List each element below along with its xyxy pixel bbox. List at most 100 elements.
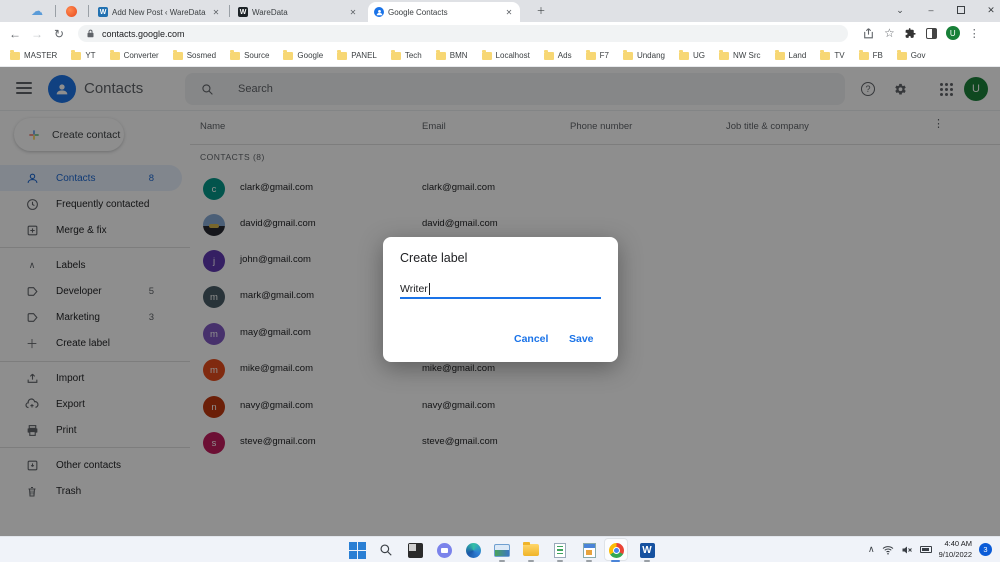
refresh-icon[interactable]: ↻ — [48, 27, 70, 41]
bookmark-item[interactable]: Ads — [544, 51, 572, 60]
tab-separator — [229, 5, 230, 17]
notification-badge[interactable]: 3 — [979, 543, 992, 556]
new-tab-button[interactable]: ＋ — [526, 0, 556, 20]
bookmark-item[interactable]: Converter — [110, 51, 159, 60]
folder-icon — [71, 52, 81, 60]
folder-icon — [283, 52, 293, 60]
save-button[interactable]: Save — [569, 333, 594, 345]
bookmark-item[interactable]: Source — [230, 51, 269, 60]
folder-icon — [110, 52, 120, 60]
google-contacts-favicon — [374, 7, 384, 17]
close-window-button[interactable]: ✕ — [976, 0, 1000, 20]
folder-icon — [820, 52, 830, 60]
address-bar[interactable]: contacts.google.com — [78, 25, 848, 42]
tab-title: Add New Post ‹ WareData — Wo — [112, 8, 207, 17]
create-label-dialog: Create label Writer Cancel Save — [383, 237, 618, 362]
browser-profile-avatar[interactable]: U — [946, 26, 960, 40]
close-tab-icon[interactable]: ✕ — [504, 8, 514, 17]
lock-icon — [86, 29, 95, 38]
folder-icon — [897, 52, 907, 60]
folder-icon — [391, 52, 401, 60]
bookmark-item[interactable]: F7 — [586, 51, 609, 60]
share-icon[interactable] — [862, 27, 875, 40]
taskbar-app-dark-icon[interactable] — [405, 540, 425, 560]
pinned-tab-flame[interactable] — [56, 0, 86, 22]
browser-tab-strip: ☁ W Add New Post ‹ WareData — Wo ✕ W War… — [0, 0, 1000, 22]
bookmark-item[interactable]: Sosmed — [173, 51, 216, 60]
taskbar-file-explorer-icon[interactable] — [521, 540, 541, 560]
bookmarks-bar: MASTER YT Converter Sosmed Source Google… — [0, 45, 1000, 67]
taskbar-calendar-app-icon[interactable] — [579, 540, 599, 560]
bookmark-item[interactable]: TV — [820, 51, 844, 60]
tab-waredata[interactable]: W WareData ✕ — [232, 2, 364, 22]
browser-toolbar: ← → ↻ contacts.google.com ☆ U ⋮ — [0, 22, 1000, 45]
bookmark-item[interactable]: Tech — [391, 51, 422, 60]
bookmark-item[interactable]: MASTER — [10, 51, 57, 60]
folder-icon — [719, 52, 729, 60]
tab-separator — [88, 5, 89, 17]
folder-icon — [859, 52, 869, 60]
taskbar-search-icon[interactable] — [376, 540, 396, 560]
back-icon[interactable]: ← — [4, 27, 26, 41]
contacts-app: Contacts Search ? U Create contact — [0, 67, 1000, 536]
folder-icon — [775, 52, 785, 60]
taskbar-word-icon[interactable]: W — [637, 540, 657, 560]
tab-add-new-post[interactable]: W Add New Post ‹ WareData — Wo ✕ — [92, 2, 227, 22]
bookmark-item[interactable]: Undang — [623, 51, 665, 60]
folder-icon — [482, 52, 492, 60]
url-text: contacts.google.com — [102, 29, 185, 39]
folder-icon — [679, 52, 689, 60]
taskbar-edge-icon[interactable] — [463, 540, 483, 560]
bookmark-star-icon[interactable]: ☆ — [884, 26, 895, 40]
folder-icon — [173, 52, 183, 60]
dialog-title: Create label — [400, 251, 467, 265]
browser-menu-icon[interactable]: ⋮ — [969, 27, 980, 40]
tab-search-chevron-icon[interactable]: ⌄ — [885, 0, 915, 20]
bookmark-item[interactable]: Localhost — [482, 51, 530, 60]
minimize-window-button[interactable]: – — [916, 0, 946, 20]
bookmark-item[interactable]: UG — [679, 51, 705, 60]
forward-icon[interactable]: → — [26, 27, 48, 41]
pinned-tab-cloud[interactable]: ☁ — [22, 0, 52, 22]
bookmark-item[interactable]: Gov — [897, 51, 926, 60]
side-panel-icon[interactable] — [926, 28, 937, 39]
bookmark-item[interactable]: PANEL — [337, 51, 377, 60]
wordpress-favicon: W — [98, 7, 108, 17]
bookmark-item[interactable]: FB — [859, 51, 883, 60]
bookmark-item[interactable]: YT — [71, 51, 95, 60]
folder-icon — [10, 52, 20, 60]
maximize-window-button[interactable] — [946, 0, 976, 20]
folder-icon — [586, 52, 596, 60]
folder-icon — [544, 52, 554, 60]
bookmark-item[interactable]: BMN — [436, 51, 468, 60]
text-caret — [429, 283, 430, 295]
taskbar-chrome-icon[interactable] — [606, 540, 626, 560]
tray-chevron-up-icon[interactable]: ∧ — [868, 544, 875, 555]
flame-icon — [66, 6, 77, 17]
tab-title: Google Contacts — [388, 8, 500, 17]
wifi-icon[interactable] — [882, 545, 894, 555]
volume-muted-icon[interactable] — [901, 545, 913, 555]
folder-icon — [623, 52, 633, 60]
battery-icon[interactable] — [920, 546, 932, 553]
clock-date[interactable]: 4:40 AM9/10/2022 — [939, 539, 972, 560]
label-name-input[interactable]: Writer — [400, 281, 601, 299]
bookmark-item[interactable]: Land — [775, 51, 807, 60]
waredata-favicon: W — [238, 7, 248, 17]
windows-taskbar: W ∧ 4:40 AM9/10/2022 3 — [0, 536, 1000, 562]
taskbar-notepad-icon[interactable] — [550, 540, 570, 560]
tab-title: WareData — [252, 8, 344, 17]
folder-icon — [230, 52, 240, 60]
close-tab-icon[interactable]: ✕ — [211, 8, 221, 17]
bookmark-item[interactable]: NW Src — [719, 51, 761, 60]
tab-google-contacts[interactable]: Google Contacts ✕ — [368, 2, 520, 22]
bookmark-item[interactable]: Google — [283, 51, 323, 60]
taskbar-media-icon[interactable] — [492, 540, 512, 560]
folder-icon — [436, 52, 446, 60]
cancel-button[interactable]: Cancel — [514, 333, 548, 345]
cloud-icon: ☁ — [31, 4, 43, 18]
start-button[interactable] — [347, 540, 367, 560]
taskbar-teams-chat-icon[interactable] — [434, 540, 454, 560]
close-tab-icon[interactable]: ✕ — [348, 8, 358, 17]
extensions-puzzle-icon[interactable] — [904, 27, 917, 40]
